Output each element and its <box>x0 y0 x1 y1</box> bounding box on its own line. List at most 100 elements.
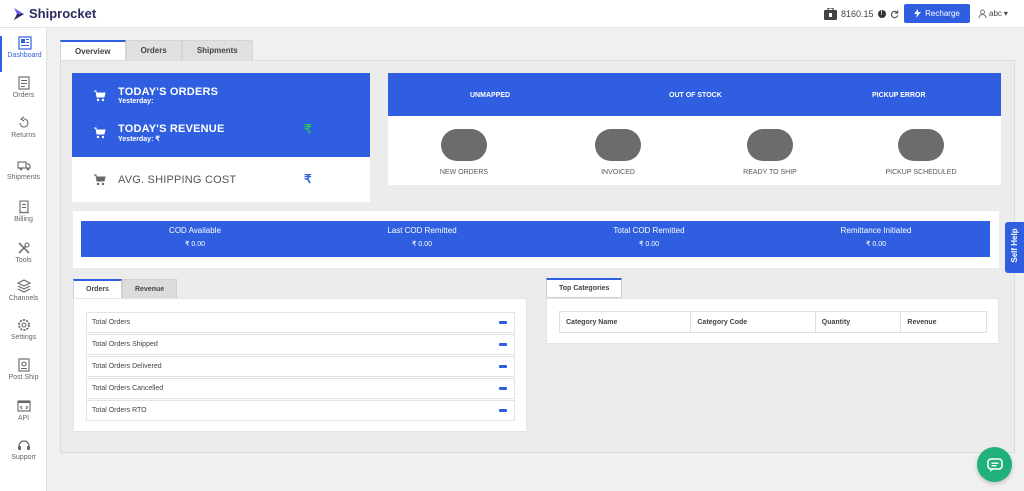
status-unmapped[interactable]: UNMAPPED <box>470 92 510 99</box>
row-label: Total Orders Cancelled <box>92 385 164 392</box>
user-menu[interactable]: abc ▾ <box>978 9 1008 18</box>
channels-icon <box>16 279 31 293</box>
row-value <box>499 365 507 368</box>
status-header: UNMAPPED OUT OF STOCK PICKUP ERROR <box>388 73 1001 116</box>
tab-overview[interactable]: Overview <box>60 40 126 61</box>
total-cod-remitted-value: ₹ 0.00 <box>638 241 660 248</box>
sidebar-item-channels[interactable]: Channels <box>0 279 47 315</box>
metrics-card: TODAY'S ORDERS Yesterday: TODAY'S REVENU… <box>72 73 370 202</box>
table-row: Total Orders Cancelled <box>86 378 515 399</box>
cart-icon <box>94 127 106 141</box>
sidebar-item-label: Dashboard <box>7 52 42 59</box>
categories-table-header: Category Name Category Code Quantity Rev… <box>559 311 987 333</box>
chat-button[interactable] <box>977 447 1012 482</box>
sidebar-item-api[interactable]: API <box>0 399 47 435</box>
sidebar-item-shipments[interactable]: Shipments <box>0 158 47 194</box>
status-pickup-error[interactable]: PICKUP ERROR <box>872 92 926 99</box>
support-icon <box>17 440 30 450</box>
todays-revenue: TODAY'S REVENUE Yesterday: ₹ <box>94 123 224 143</box>
tab-orders[interactable]: Orders <box>125 40 182 61</box>
last-cod-remitted-value: ₹ 0.00 <box>411 241 433 248</box>
sidebar-item-returns[interactable]: Returns <box>0 116 47 152</box>
todays-orders: TODAY'S ORDERS Yesterday: <box>94 86 218 105</box>
row-value <box>499 321 507 324</box>
table-row: Total Orders Delivered <box>86 356 515 377</box>
categories-tabs: Top Categories <box>546 278 623 298</box>
pickup-scheduled-count[interactable] <box>898 129 944 161</box>
shiprocket-logo[interactable]: Shiprocket <box>12 6 96 21</box>
shiprocket-logo-icon <box>14 7 24 20</box>
dashboard-icon <box>17 36 32 50</box>
cod-available: COD Available ₹ 0.00 <box>105 226 285 248</box>
todays-orders-title: TODAY'S ORDERS <box>118 86 219 98</box>
column-revenue: Revenue <box>907 318 937 326</box>
sidebar-item-tools[interactable]: Tools <box>0 241 47 277</box>
todays-orders-yesterday: Yesterday: <box>118 98 154 105</box>
sidebar-item-label: Shipments <box>6 174 41 181</box>
sidebar: Dashboard Orders Returns Shipments Billi… <box>0 28 47 491</box>
wallet-balance[interactable]: 8160.15 ! <box>824 8 899 20</box>
remittance-initiated-label: Remittance Initiated <box>840 226 912 235</box>
dashboard-tabs: Overview Orders Shipments <box>60 40 253 61</box>
ready-to-ship-count[interactable] <box>747 129 793 161</box>
shipments-icon <box>16 161 31 171</box>
tab-orders-summary[interactable]: Orders <box>73 279 122 299</box>
self-help-button[interactable]: Self Help <box>1005 222 1024 273</box>
sidebar-item-label: Support <box>11 454 36 461</box>
row-value <box>499 387 507 390</box>
sidebar-item-label: Billing <box>14 216 33 223</box>
invoiced-count[interactable] <box>595 129 641 161</box>
recharge-button[interactable]: Recharge <box>904 4 970 23</box>
remittance-initiated-value: ₹ 0.00 <box>865 241 887 248</box>
row-value <box>499 343 507 346</box>
user-icon <box>978 9 987 18</box>
cod-available-value: ₹ 0.00 <box>184 241 206 248</box>
row-value <box>499 409 507 412</box>
table-row: Total Orders <box>86 312 515 333</box>
sidebar-item-support[interactable]: Support <box>0 438 47 474</box>
wallet-amount: 8160.15 <box>841 9 874 19</box>
invoiced-label: INVOICED <box>601 169 635 176</box>
tab-revenue-summary[interactable]: Revenue <box>121 279 178 299</box>
sidebar-item-billing[interactable]: Billing <box>0 200 47 236</box>
lightning-icon <box>914 9 922 18</box>
new-orders-label: NEW ORDERS <box>439 169 489 176</box>
chevron-down-icon: ▾ <box>1003 9 1008 18</box>
status-out-of-stock[interactable]: OUT OF STOCK <box>669 92 722 99</box>
tab-top-categories[interactable]: Top Categories <box>546 278 623 298</box>
sidebar-item-label: Channels <box>8 295 39 302</box>
cart-icon <box>94 174 106 188</box>
sidebar-item-label: Returns <box>11 132 36 139</box>
row-label: Total Orders Shipped <box>92 341 158 348</box>
api-icon <box>16 400 31 412</box>
post-ship-icon <box>17 358 30 372</box>
sidebar-item-post-ship[interactable]: Post Ship <box>0 358 47 394</box>
self-help-label: Self Help <box>1010 228 1019 263</box>
refresh-icon[interactable] <box>890 9 899 19</box>
billing-icon <box>18 200 29 214</box>
sidebar-item-dashboard[interactable]: Dashboard <box>0 36 47 72</box>
logo-text: Shiprocket <box>29 6 97 21</box>
tab-shipments[interactable]: Shipments <box>181 40 253 61</box>
remittance-initiated: Remittance Initiated ₹ 0.00 <box>786 226 966 248</box>
table-row: Total Orders Shipped <box>86 334 515 355</box>
todays-revenue-yesterday: Yesterday: ₹ <box>118 136 160 143</box>
pickup-scheduled-label: PICKUP SCHEDULED <box>885 169 957 176</box>
orders-icon <box>17 76 30 90</box>
returns-icon <box>18 116 29 128</box>
orders-revenue-tabs: Orders Revenue <box>73 279 178 299</box>
sidebar-item-label: API <box>17 415 30 422</box>
new-orders-count[interactable] <box>441 129 487 161</box>
chat-icon <box>986 457 1003 472</box>
last-cod-remitted-label: Last COD Remitted <box>387 226 457 235</box>
row-label: Total Orders Delivered <box>92 363 162 370</box>
row-label: Total Orders <box>92 319 131 326</box>
info-icon[interactable]: ! <box>877 10 886 18</box>
column-category-name: Category Name <box>560 312 692 332</box>
sidebar-item-settings[interactable]: Settings <box>0 318 47 354</box>
row-label: Total Orders RTO <box>92 407 147 414</box>
recharge-label: Recharge <box>925 9 960 18</box>
todays-revenue-value: ₹ <box>304 122 312 136</box>
cod-available-label: COD Available <box>169 226 221 235</box>
sidebar-item-orders[interactable]: Orders <box>0 76 47 112</box>
